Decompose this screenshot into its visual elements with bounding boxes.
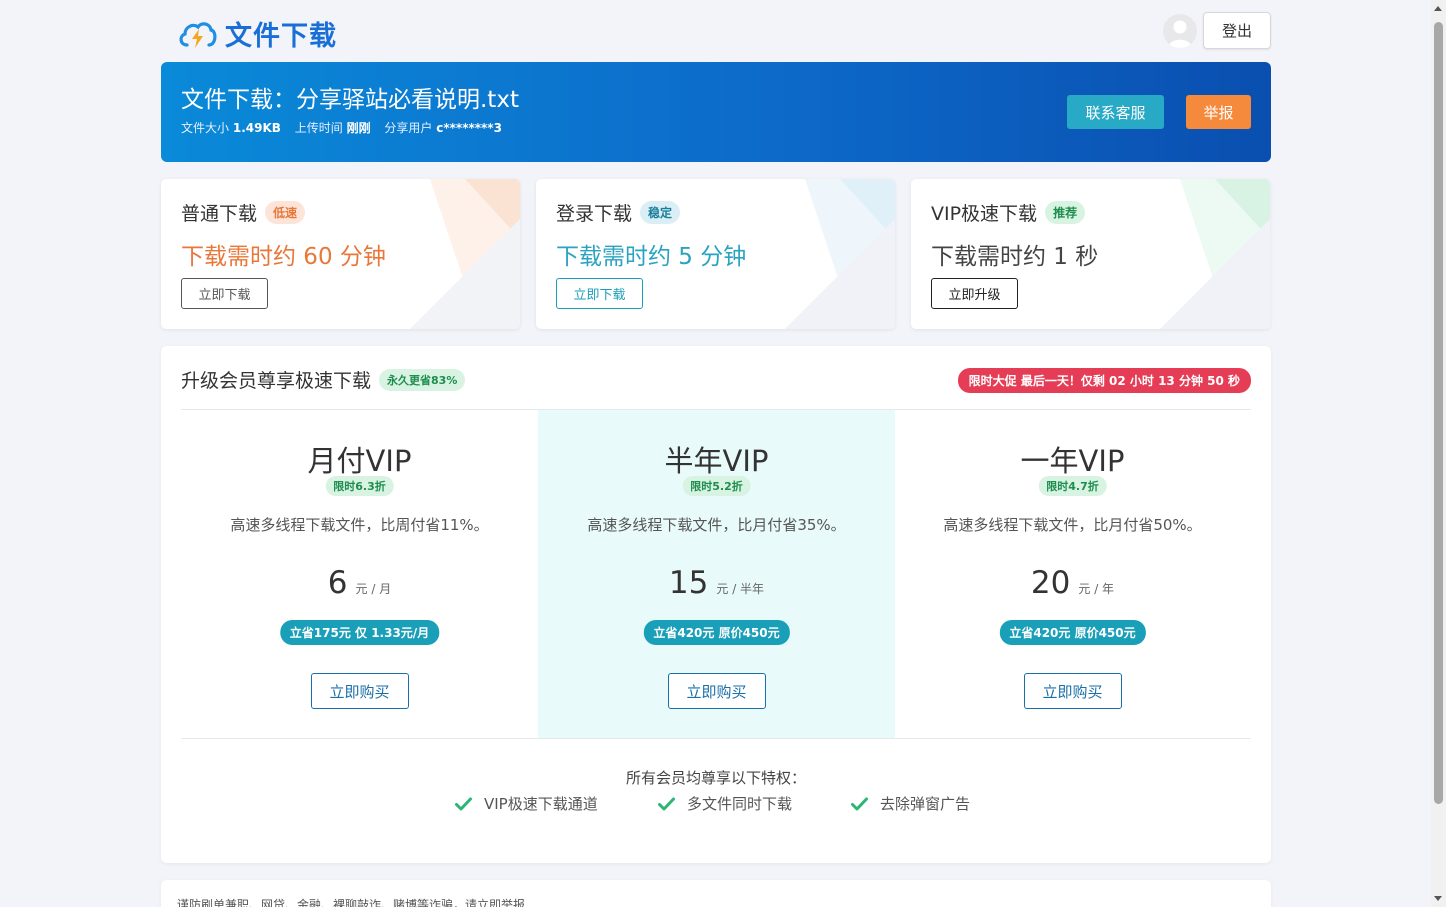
scroll-down-icon[interactable] bbox=[1434, 896, 1442, 901]
download-time: 下载需时约 60 分钟 bbox=[181, 244, 386, 270]
privilege-item: 去除弹窗广告 bbox=[851, 793, 970, 814]
privilege-label: 多文件同时下载 bbox=[687, 795, 793, 813]
upload-time-label: 上传时间 bbox=[294, 121, 343, 135]
plan-name: 一年VIP bbox=[1020, 444, 1125, 478]
vip-header: 升级会员尊享极速下载 永久更省83% bbox=[181, 366, 466, 393]
plan-desc: 高速多线程下载文件，比周付省11%。 bbox=[230, 516, 489, 534]
plan-price: 6 元 / 月 bbox=[181, 565, 538, 601]
price-value: 6 bbox=[327, 565, 348, 601]
plan-saving: 立省420元 原价450元 bbox=[999, 620, 1146, 645]
login-download-button[interactable]: 立即下载 bbox=[556, 278, 643, 309]
buy-yearly-button[interactable]: 立即购买 bbox=[1023, 673, 1122, 709]
plan-desc: 高速多线程下载文件，比月付省35%。 bbox=[587, 516, 846, 534]
speed-badge: 低速 bbox=[265, 201, 306, 224]
warning-footer: 谨防刷单兼职、网贷、金融、裸聊敲诈、赌博等诈骗，请立即举报 bbox=[161, 880, 1271, 907]
card-name: 登录下载 bbox=[556, 203, 633, 225]
plan-name: 半年VIP bbox=[664, 444, 769, 478]
privileges-title: 所有会员均尊享以下特权： bbox=[625, 769, 806, 787]
speed-badge: 稳定 bbox=[640, 201, 681, 224]
buy-monthly-button[interactable]: 立即购买 bbox=[310, 673, 409, 709]
page-scrollbar[interactable] bbox=[1431, 0, 1446, 907]
plan-discount: 限时4.7折 bbox=[1038, 476, 1107, 496]
price-value: 15 bbox=[668, 565, 709, 601]
logout-button[interactable]: 登出 bbox=[1203, 12, 1271, 49]
report-button[interactable]: 举报 bbox=[1186, 95, 1251, 129]
card-name: 普通下载 bbox=[181, 203, 258, 225]
user-icon bbox=[1168, 20, 1192, 48]
divider bbox=[181, 738, 1251, 739]
buy-halfyear-button[interactable]: 立即购买 bbox=[667, 673, 766, 709]
check-icon bbox=[851, 797, 868, 810]
card-decoration bbox=[410, 179, 520, 329]
plan-yearly: 一年VIP 限时4.7折 高速多线程下载文件，比月付省50%。 20 元 / 年 … bbox=[894, 410, 1251, 738]
speed-badge: 推荐 bbox=[1045, 201, 1086, 224]
plan-saving: 立省175元 仅 1.33元/月 bbox=[279, 620, 440, 645]
vip-title: 升级会员尊享极速下载 bbox=[181, 370, 372, 392]
plan-discount: 限时5.2折 bbox=[682, 476, 751, 496]
privilege-item: 多文件同时下载 bbox=[658, 793, 792, 814]
privilege-label: 去除弹窗广告 bbox=[880, 795, 971, 813]
vip-title-badge: 永久更省83% bbox=[379, 368, 466, 391]
download-time: 下载需时约 1 秒 bbox=[931, 244, 1099, 270]
promo-countdown: 限时大促 最后一天！仅剩 02 小时 13 分钟 50 秒 bbox=[957, 368, 1251, 393]
login-download-card: 登录下载 稳定 下载需时约 5 分钟 立即下载 bbox=[536, 179, 895, 329]
file-size-label: 文件大小 bbox=[181, 121, 230, 135]
privilege-item: VIP极速下载通道 bbox=[455, 793, 598, 814]
plan-saving: 立省420元 原价450元 bbox=[643, 620, 790, 645]
privilege-label: VIP极速下载通道 bbox=[484, 795, 598, 813]
card-decoration bbox=[1160, 179, 1270, 329]
price-value: 20 bbox=[1030, 565, 1071, 601]
normal-download-button[interactable]: 立即下载 bbox=[181, 278, 268, 309]
plan-name: 月付VIP bbox=[307, 444, 412, 478]
price-unit: 元 / 年 bbox=[1078, 582, 1115, 596]
scroll-up-icon[interactable] bbox=[1434, 6, 1442, 11]
plan-monthly: 月付VIP 限时6.3折 高速多线程下载文件，比周付省11%。 6 元 / 月 立… bbox=[181, 410, 538, 738]
fraud-warning: 谨防刷单兼职、网贷、金融、裸聊敲诈、赌博等诈骗，请立即举报 bbox=[177, 898, 526, 907]
plan-desc: 高速多线程下载文件，比月付省50%。 bbox=[943, 516, 1202, 534]
card-name: VIP极速下载 bbox=[931, 203, 1038, 225]
normal-download-card: 普通下载 低速 下载需时约 60 分钟 立即下载 bbox=[161, 179, 520, 329]
vip-upgrade-button[interactable]: 立即升级 bbox=[931, 278, 1018, 309]
file-size-value: 1.49KB bbox=[232, 121, 281, 135]
plan-price: 20 元 / 年 bbox=[894, 565, 1251, 601]
share-user-label: 分享用户 bbox=[384, 121, 433, 135]
share-user-value: c********3 bbox=[436, 121, 502, 135]
check-icon bbox=[658, 797, 675, 810]
contact-service-button[interactable]: 联系客服 bbox=[1067, 95, 1164, 129]
card-title: 普通下载 低速 bbox=[181, 199, 306, 226]
header: 文件下载 登出 bbox=[161, 0, 1271, 62]
file-meta: 文件大小 1.49KB 上传时间 刚刚 分享用户 c********3 bbox=[181, 119, 512, 136]
vip-download-card: VIP极速下载 推荐 下载需时约 1 秒 立即升级 bbox=[911, 179, 1270, 329]
card-title: 登录下载 稳定 bbox=[556, 199, 681, 226]
card-title: VIP极速下载 推荐 bbox=[931, 199, 1086, 226]
logo-text: 文件下载 bbox=[225, 21, 337, 52]
logo[interactable]: 文件下载 bbox=[177, 14, 337, 53]
price-unit: 元 / 月 bbox=[355, 582, 392, 596]
avatar[interactable] bbox=[1163, 14, 1197, 48]
download-time: 下载需时约 5 分钟 bbox=[556, 244, 747, 270]
cloud-lightning-icon bbox=[179, 21, 217, 48]
plan-price: 15 元 / 半年 bbox=[538, 565, 895, 601]
card-decoration bbox=[785, 179, 895, 329]
check-icon bbox=[455, 797, 472, 810]
scrollbar-thumb[interactable] bbox=[1434, 22, 1443, 804]
price-unit: 元 / 半年 bbox=[716, 582, 765, 596]
plan-halfyear: 半年VIP 限时5.2折 高速多线程下载文件，比月付省35%。 15 元 / 半年… bbox=[538, 410, 895, 738]
file-title: 文件下载：分享驿站必看说明.txt bbox=[181, 87, 519, 113]
plan-discount: 限时6.3折 bbox=[325, 476, 394, 496]
vip-panel: 升级会员尊享极速下载 永久更省83% 限时大促 最后一天！仅剩 02 小时 13… bbox=[161, 346, 1271, 863]
file-banner: 文件下载：分享驿站必看说明.txt 文件大小 1.49KB 上传时间 刚刚 分享… bbox=[161, 62, 1271, 162]
upload-time-value: 刚刚 bbox=[346, 121, 371, 135]
